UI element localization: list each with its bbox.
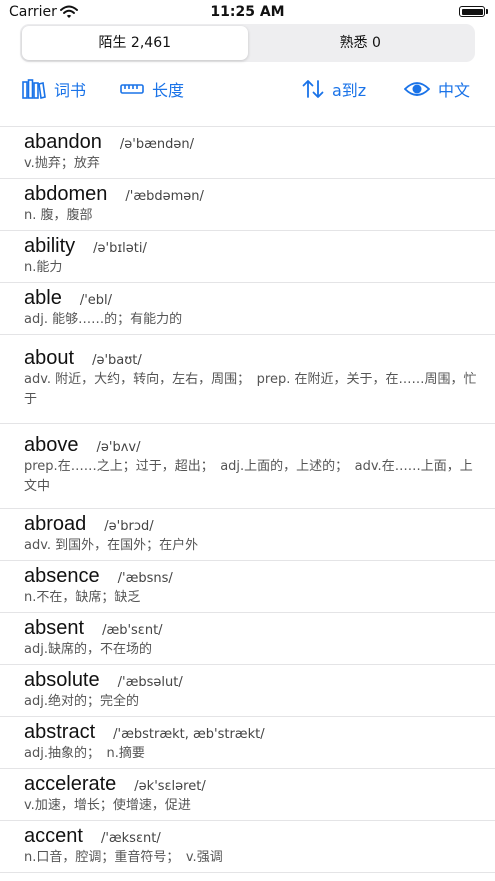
word-row-able[interactable]: able /'ebl/adj. 能够……的；有能力的	[0, 283, 495, 335]
word-row-head: absolute /'æbsəlut/	[24, 669, 483, 692]
word-row-abroad[interactable]: abroad/ə'brɔd/adv. 到国外，在国外；在户外	[0, 509, 495, 561]
word-definition: adj.抽象的； n.摘要	[24, 746, 145, 761]
eye-icon	[404, 81, 430, 97]
word-row-head: able /'ebl/	[24, 287, 483, 310]
length-label: 长度	[152, 81, 185, 100]
word-row-head: abandon/ə'bændən/	[24, 131, 483, 154]
word-row-absolute[interactable]: absolute /'æbsəlut/adj.绝对的；完全的	[0, 665, 495, 717]
word-row-absent[interactable]: absent/æb'sɛnt/adj.缺席的，不在场的	[0, 613, 495, 665]
word-row-head: abstract /'æbstrækt, æb'strækt/	[24, 721, 483, 744]
word-row-accelerate[interactable]: accelerate/ək'sɛləret/v.加速，增长；使增速，促进	[0, 769, 495, 821]
sort-label: a到z	[332, 81, 367, 100]
word-row-abandon[interactable]: abandon/ə'bændən/v.抛弃；放弃	[0, 127, 495, 179]
toolbar: 词书 长度 a到z 中文	[0, 70, 495, 108]
word-pronunciation: /'æbdəmən/	[125, 189, 204, 204]
word-definition: v.抛弃；放弃	[24, 156, 100, 171]
word-row-head: accent /'æksɛnt/	[24, 825, 483, 848]
word-definition: adj.绝对的；完全的	[24, 694, 139, 709]
word-row-head: accelerate/ək'sɛləret/	[24, 773, 483, 796]
word-text: absence	[24, 565, 100, 587]
word-pronunciation: /'æbstrækt, æb'strækt/	[113, 727, 265, 742]
segment-familiar[interactable]: 熟悉 0	[248, 26, 474, 60]
word-row-head: ability/ə'bɪləti/	[24, 235, 483, 258]
word-definition: n.口音，腔调；重音符号； v.强调	[24, 850, 223, 865]
word-definition: adj.缺席的，不在场的	[24, 642, 152, 657]
word-pronunciation: /ə'brɔd/	[104, 519, 154, 534]
word-definition: adv. 到国外，在国外；在户外	[24, 538, 199, 553]
word-text: accent	[24, 825, 83, 847]
word-definition: adv. 附近，大约，转向，左右，周围； prep. 在附近，关于，在……周围，…	[24, 372, 477, 407]
word-text: abroad	[24, 513, 87, 535]
word-text: about	[24, 347, 75, 369]
word-definition: adj. 能够……的；有能力的	[24, 312, 183, 327]
word-definition: n. 腹，腹部	[24, 208, 93, 223]
sort-arrows-icon	[302, 79, 324, 99]
word-text: able	[24, 287, 62, 309]
length-button[interactable]: 长度	[120, 70, 184, 108]
word-pronunciation: /'æbsns/	[117, 571, 173, 586]
word-row-head: absence /'æbsns/	[24, 565, 483, 588]
word-pronunciation: /'ebl/	[79, 293, 113, 308]
word-list: abandon/ə'bændən/v.抛弃；放弃 abdomen /'æbdəmən…	[0, 126, 495, 873]
word-pronunciation: /ə'baʊt/	[92, 353, 142, 368]
word-row-head: abroad/ə'brɔd/	[24, 513, 483, 536]
translation-label: 中文	[438, 81, 471, 100]
word-text: absent	[24, 617, 85, 639]
ruler-icon	[120, 83, 144, 95]
word-text: ability	[24, 235, 76, 257]
sort-button[interactable]: a到z	[302, 70, 366, 108]
word-row-head: abdomen /'æbdəmən/	[24, 183, 483, 206]
word-definition: v.加速，增长；使增速，促进	[24, 798, 191, 813]
status-bar: Carrier 11:25 AM	[0, 0, 495, 26]
word-pronunciation: /ək'sɛləret/	[134, 779, 206, 794]
word-row-head: about/ə'baʊt/	[24, 347, 483, 370]
word-row-accent[interactable]: accent /'æksɛnt/n.口音，腔调；重音符号； v.强调	[0, 821, 495, 873]
word-text: above	[24, 434, 79, 456]
word-text: abstract	[24, 721, 96, 743]
word-pronunciation: /ə'bændən/	[119, 137, 194, 152]
word-row-absence[interactable]: absence /'æbsns/n.不在，缺席；缺乏	[0, 561, 495, 613]
word-text: abdomen	[24, 183, 108, 205]
word-pronunciation: /ə'bʌv/	[96, 440, 141, 455]
word-row-ability[interactable]: ability/ə'bɪləti/n.能力	[0, 231, 495, 283]
word-text: abandon	[24, 131, 102, 153]
word-row-abstract[interactable]: abstract /'æbstrækt, æb'strækt/adj.抽象的； n…	[0, 717, 495, 769]
word-row-above[interactable]: above/ə'bʌv/prep.在……之上；过于，超出； adj.上面的，上述…	[0, 424, 495, 509]
word-row-about[interactable]: about/ə'baʊt/adv. 附近，大约，转向，左右，周围； prep. …	[0, 335, 495, 424]
familiarity-segmented-control: 陌生 2,461 熟悉 0	[20, 24, 475, 62]
word-definition: n.能力	[24, 260, 63, 275]
word-pronunciation: /'æksɛnt/	[100, 831, 161, 846]
word-row-head: above/ə'bʌv/	[24, 434, 483, 457]
word-text: accelerate	[24, 773, 117, 795]
word-pronunciation: /æb'sɛnt/	[102, 623, 163, 638]
word-pronunciation: /'æbsəlut/	[117, 675, 183, 690]
word-definition: n.不在，缺席；缺乏	[24, 590, 141, 605]
wordbook-button[interactable]: 词书	[22, 70, 86, 108]
word-row-head: absent/æb'sɛnt/	[24, 617, 483, 640]
word-pronunciation: /ə'bɪləti/	[93, 241, 147, 256]
segment-unfamiliar[interactable]: 陌生 2,461	[22, 26, 248, 60]
status-time: 11:25 AM	[210, 4, 285, 20]
books-icon	[22, 79, 46, 99]
wordbook-label: 词书	[54, 81, 87, 100]
word-row-abdomen[interactable]: abdomen /'æbdəmən/n. 腹，腹部	[0, 179, 495, 231]
battery-icon	[459, 6, 488, 17]
word-text: absolute	[24, 669, 100, 691]
translation-toggle-button[interactable]: 中文	[404, 70, 470, 108]
word-definition: prep.在……之上；过于，超出； adj.上面的，上述的； adv.在……上面…	[24, 459, 473, 494]
